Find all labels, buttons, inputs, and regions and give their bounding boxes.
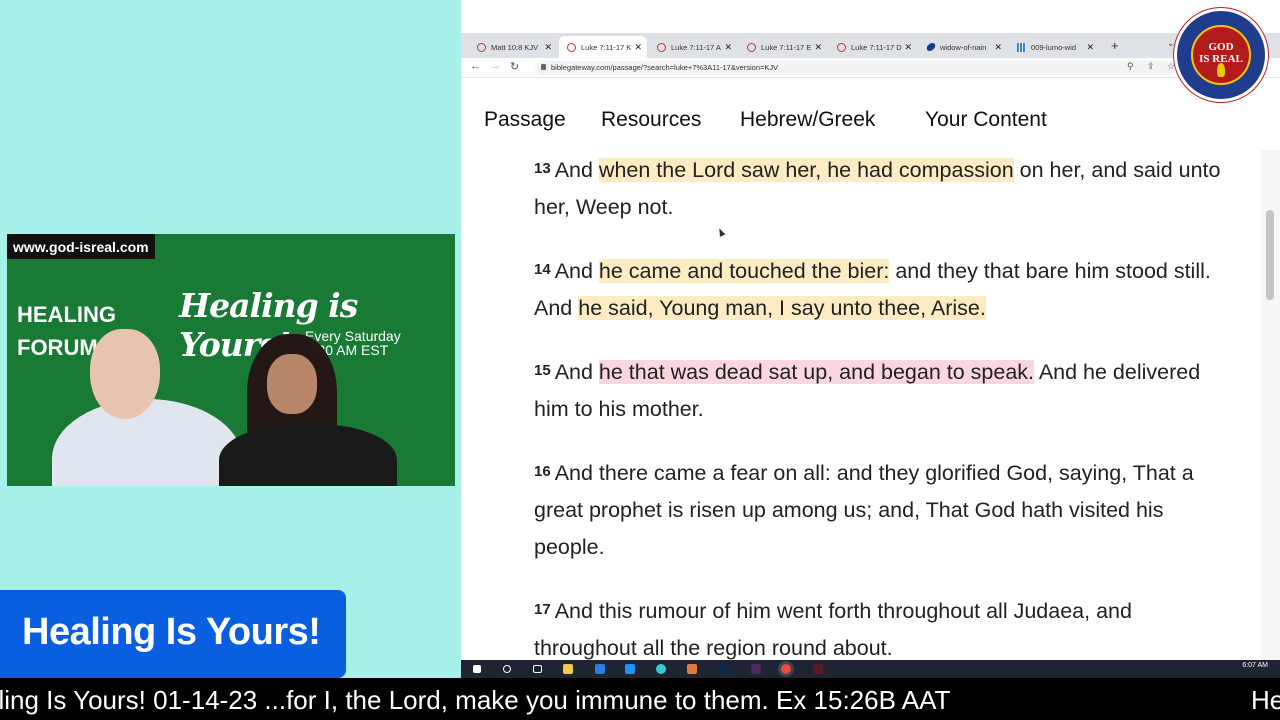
taskbar-clock: 6:07 AM bbox=[1242, 662, 1268, 669]
ticker-text: aling Is Yours! 01-14-23 ...for I, the L… bbox=[0, 685, 951, 715]
lock-icon bbox=[541, 64, 546, 70]
tab-label: Luke 7:11-17 D bbox=[851, 42, 902, 52]
highlighted-text: he that was dead sat up, and began to sp… bbox=[598, 360, 1035, 384]
tab-label: Luke 7:11-17 E bbox=[761, 42, 812, 52]
lower-third-title: Healing Is Yours! bbox=[0, 590, 346, 678]
church-logo: GOD IS REAL bbox=[1174, 8, 1268, 102]
verse-number: 17 bbox=[534, 601, 551, 618]
passage-content: 13 And when the Lord saw her, he had comp… bbox=[534, 150, 1234, 662]
file-explorer-icon[interactable] bbox=[563, 664, 573, 674]
presenter-man bbox=[52, 329, 242, 486]
edge-icon[interactable] bbox=[656, 664, 666, 674]
verse-text: And bbox=[554, 259, 599, 283]
verse-number: 13 bbox=[534, 160, 551, 177]
bible-gateway-icon bbox=[747, 42, 756, 52]
bible-gateway-icon bbox=[657, 42, 666, 52]
scroll-thumb[interactable] bbox=[1266, 210, 1274, 300]
new-tab-button[interactable]: + bbox=[1111, 38, 1119, 53]
verse-15: 15 And he that was dead sat up, and began… bbox=[534, 352, 1234, 428]
tab-label: Luke 7:11-17 A bbox=[671, 42, 721, 52]
ticker-text-repeat: He bbox=[1251, 685, 1280, 715]
indesign-icon[interactable] bbox=[813, 664, 823, 674]
dreamweaver-icon[interactable] bbox=[751, 664, 761, 674]
tab-widow-of-nain[interactable]: widow-of-nain ✕ bbox=[919, 36, 1007, 58]
share-icon[interactable]: ⇪ bbox=[1147, 61, 1155, 72]
bible-gateway-icon bbox=[837, 42, 846, 52]
nav-hebrew-greek[interactable]: Hebrew/Greek bbox=[740, 108, 875, 132]
verse-16: 16 And there came a fear on all: and they… bbox=[534, 453, 1234, 566]
windows-start-icon[interactable] bbox=[473, 665, 481, 673]
logo-text: GOD IS REAL bbox=[1199, 41, 1243, 65]
verse-number: 14 bbox=[534, 261, 551, 278]
nav-passage[interactable]: Passage bbox=[484, 108, 566, 132]
tab-luke-7-kjv[interactable]: Luke 7:11-17 K ✕ bbox=[559, 36, 647, 58]
tab-lumo-widow[interactable]: 009-lumo-wid ✕ bbox=[1009, 36, 1099, 58]
bible-gateway-icon bbox=[567, 42, 576, 52]
reload-icon[interactable]: ↻ bbox=[510, 60, 519, 73]
logo-seal: GOD IS REAL bbox=[1191, 25, 1251, 85]
flame-icon bbox=[1217, 63, 1225, 77]
highlighted-text: he came and touched the bier: bbox=[598, 259, 890, 283]
verse-17: 17 And this rumour of him went forth thro… bbox=[534, 591, 1234, 662]
photoshop-icon[interactable] bbox=[719, 664, 729, 674]
chrome-icon[interactable] bbox=[781, 664, 791, 674]
chevron-down-icon[interactable]: ⌄ bbox=[1167, 38, 1175, 49]
verse-text: And this rumour of him went forth throug… bbox=[534, 599, 1132, 660]
highlighted-text: when the Lord saw her, he had compassion bbox=[598, 158, 1014, 182]
verse-text: And there came a fear on all: and they g… bbox=[534, 461, 1194, 559]
verse-text: And bbox=[554, 158, 599, 182]
tab-label: widow-of-nain bbox=[940, 42, 987, 52]
scrollbar[interactable] bbox=[1261, 150, 1280, 662]
video-feed: HEALING FORUM Healing is Yours! Every Sa… bbox=[7, 234, 455, 486]
site-nav: Passage Resources Hebrew/Greek Your Cont… bbox=[461, 80, 1261, 152]
search-icon[interactable] bbox=[503, 665, 511, 673]
close-icon[interactable]: ✕ bbox=[724, 42, 732, 53]
address-bar[interactable]: biblegateway.com/passage/?search=luke+7%… bbox=[535, 61, 1175, 75]
browser-toolbar: ← → ↻ biblegateway.com/passage/?search=l… bbox=[461, 58, 1280, 78]
close-icon[interactable]: ✕ bbox=[544, 42, 552, 53]
close-icon[interactable]: ✕ bbox=[634, 42, 642, 53]
tab-strip: Matt 10:8 KJV ✕ Luke 7:11-17 K ✕ Luke 7:… bbox=[461, 33, 1280, 58]
verse-13: 13 And when the Lord saw her, he had comp… bbox=[534, 150, 1234, 226]
forward-icon[interactable]: → bbox=[490, 60, 501, 72]
zoom-icon[interactable]: ⚲ bbox=[1127, 61, 1134, 72]
news-ticker: aling Is Yours! 01-14-23 ...for I, the L… bbox=[0, 678, 1280, 720]
close-icon[interactable]: ✕ bbox=[814, 42, 822, 53]
app-icon[interactable] bbox=[687, 664, 697, 674]
tab-label: Luke 7:11-17 K bbox=[581, 42, 632, 52]
tab-label: 009-lumo-wid bbox=[1031, 42, 1077, 52]
verse-number: 15 bbox=[534, 362, 551, 379]
verse-number: 16 bbox=[534, 463, 551, 480]
feather-icon bbox=[925, 43, 937, 51]
nav-your-content[interactable]: Your Content bbox=[925, 108, 1047, 132]
tab-luke-7-e[interactable]: Luke 7:11-17 E ✕ bbox=[739, 36, 827, 58]
tab-matt-10-8[interactable]: Matt 10:8 KJV ✕ bbox=[469, 36, 557, 58]
close-icon[interactable]: ✕ bbox=[904, 42, 912, 53]
store-icon[interactable] bbox=[595, 664, 605, 674]
nav-resources[interactable]: Resources bbox=[601, 108, 701, 132]
browser-window: Matt 10:8 KJV ✕ Luke 7:11-17 K ✕ Luke 7:… bbox=[461, 0, 1280, 662]
close-icon[interactable]: ✕ bbox=[994, 42, 1002, 53]
grid-icon bbox=[1017, 42, 1026, 52]
taskbar: 6:07 AM bbox=[461, 660, 1280, 678]
verse-14: 14 And he came and touched the bier: and … bbox=[534, 251, 1234, 327]
mail-icon[interactable] bbox=[625, 664, 635, 674]
highlighted-text: he said, Young man, I say unto thee, Ari… bbox=[578, 296, 986, 320]
tab-luke-7-d[interactable]: Luke 7:11-17 D ✕ bbox=[829, 36, 917, 58]
task-view-icon[interactable] bbox=[533, 665, 542, 673]
back-icon[interactable]: ← bbox=[470, 60, 481, 72]
tab-label: Matt 10:8 KJV bbox=[491, 42, 539, 52]
verse-text: And bbox=[554, 360, 599, 384]
tab-luke-7-a[interactable]: Luke 7:11-17 A ✕ bbox=[649, 36, 737, 58]
bible-gateway-icon bbox=[477, 42, 486, 52]
website-url-label: www.god-isreal.com bbox=[7, 234, 155, 259]
close-icon[interactable]: ✕ bbox=[1086, 42, 1094, 53]
presenter-woman bbox=[219, 334, 409, 486]
